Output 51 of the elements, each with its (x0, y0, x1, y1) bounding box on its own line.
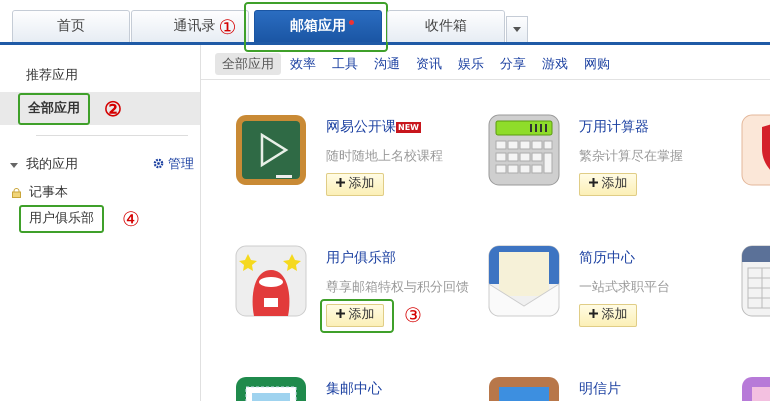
category-tab[interactable]: 沟通 (367, 53, 407, 75)
sidebar-item[interactable]: 全部应用 ② (0, 92, 200, 125)
category-tab[interactable]: 娱乐 (451, 53, 491, 75)
envelope-icon (487, 244, 561, 318)
app-item[interactable]: 记事本 (29, 183, 68, 203)
add-button[interactable]: 添加 (326, 172, 384, 196)
tab[interactable]: 收件箱 (387, 10, 505, 42)
app-name[interactable]: 简历中心 (579, 248, 635, 269)
app-item[interactable]: 用户俱乐部 (19, 205, 104, 233)
tab[interactable]: 首页 (12, 10, 130, 42)
annotation-number: ② (104, 98, 122, 118)
plus-icon (336, 178, 344, 188)
plus-icon (336, 309, 344, 318)
category-tab[interactable]: 效率 (283, 53, 323, 75)
app-description: 尊享邮箱特权与积分回馈 (326, 279, 469, 297)
category-tab[interactable]: 工具 (325, 53, 365, 75)
category-tab[interactable]: 资讯 (409, 53, 449, 75)
plus-icon (588, 309, 598, 318)
caret-icon (513, 27, 521, 32)
app-name[interactable]: 网易公开课 (326, 117, 396, 138)
app-description: 一站式求职平台 (579, 279, 670, 297)
item-label: 全部应用 (18, 92, 90, 124)
new-badge: NEW (396, 122, 421, 133)
tab-menu-button[interactable] (506, 16, 528, 42)
category-tab[interactable]: 网购 (577, 53, 617, 75)
category-tab[interactable]: 游戏 (535, 53, 575, 75)
app-name[interactable]: 明信片 (579, 379, 621, 400)
caret-icon[interactable] (10, 161, 18, 169)
section-title: 我的应用 (26, 156, 78, 174)
manage-link[interactable]: 管理 (153, 155, 194, 175)
annotation-number: ④ (122, 209, 140, 229)
app-description: 随时随地上名校课程 (326, 148, 443, 166)
category-tab[interactable]: 分享 (493, 53, 533, 75)
gear-icon (153, 158, 164, 170)
item-label: 推荐应用 (26, 66, 78, 85)
add-button[interactable]: 添加 (579, 304, 637, 326)
mascot-icon (234, 244, 308, 318)
tab[interactable]: 邮箱应用 (254, 10, 382, 42)
app-name[interactable]: 集邮中心 (326, 379, 382, 400)
add-button[interactable]: 添加 (326, 304, 384, 326)
plus-icon (588, 178, 598, 188)
calculator-icon (487, 113, 561, 187)
add-button[interactable]: 添加 (579, 172, 637, 196)
sidebar-item[interactable]: 推荐应用 (0, 59, 200, 92)
chalkboard-play-icon (234, 113, 308, 187)
category-tab[interactable]: 全部应用 (215, 53, 281, 75)
app-description: 繁杂计算尽在掌握 (579, 148, 683, 166)
app-name[interactable]: 用户俱乐部 (326, 248, 396, 269)
annotation-number: ③ (404, 305, 422, 325)
app-name[interactable]: 万用计算器 (579, 117, 649, 138)
annotation-number: ① (218, 16, 236, 36)
